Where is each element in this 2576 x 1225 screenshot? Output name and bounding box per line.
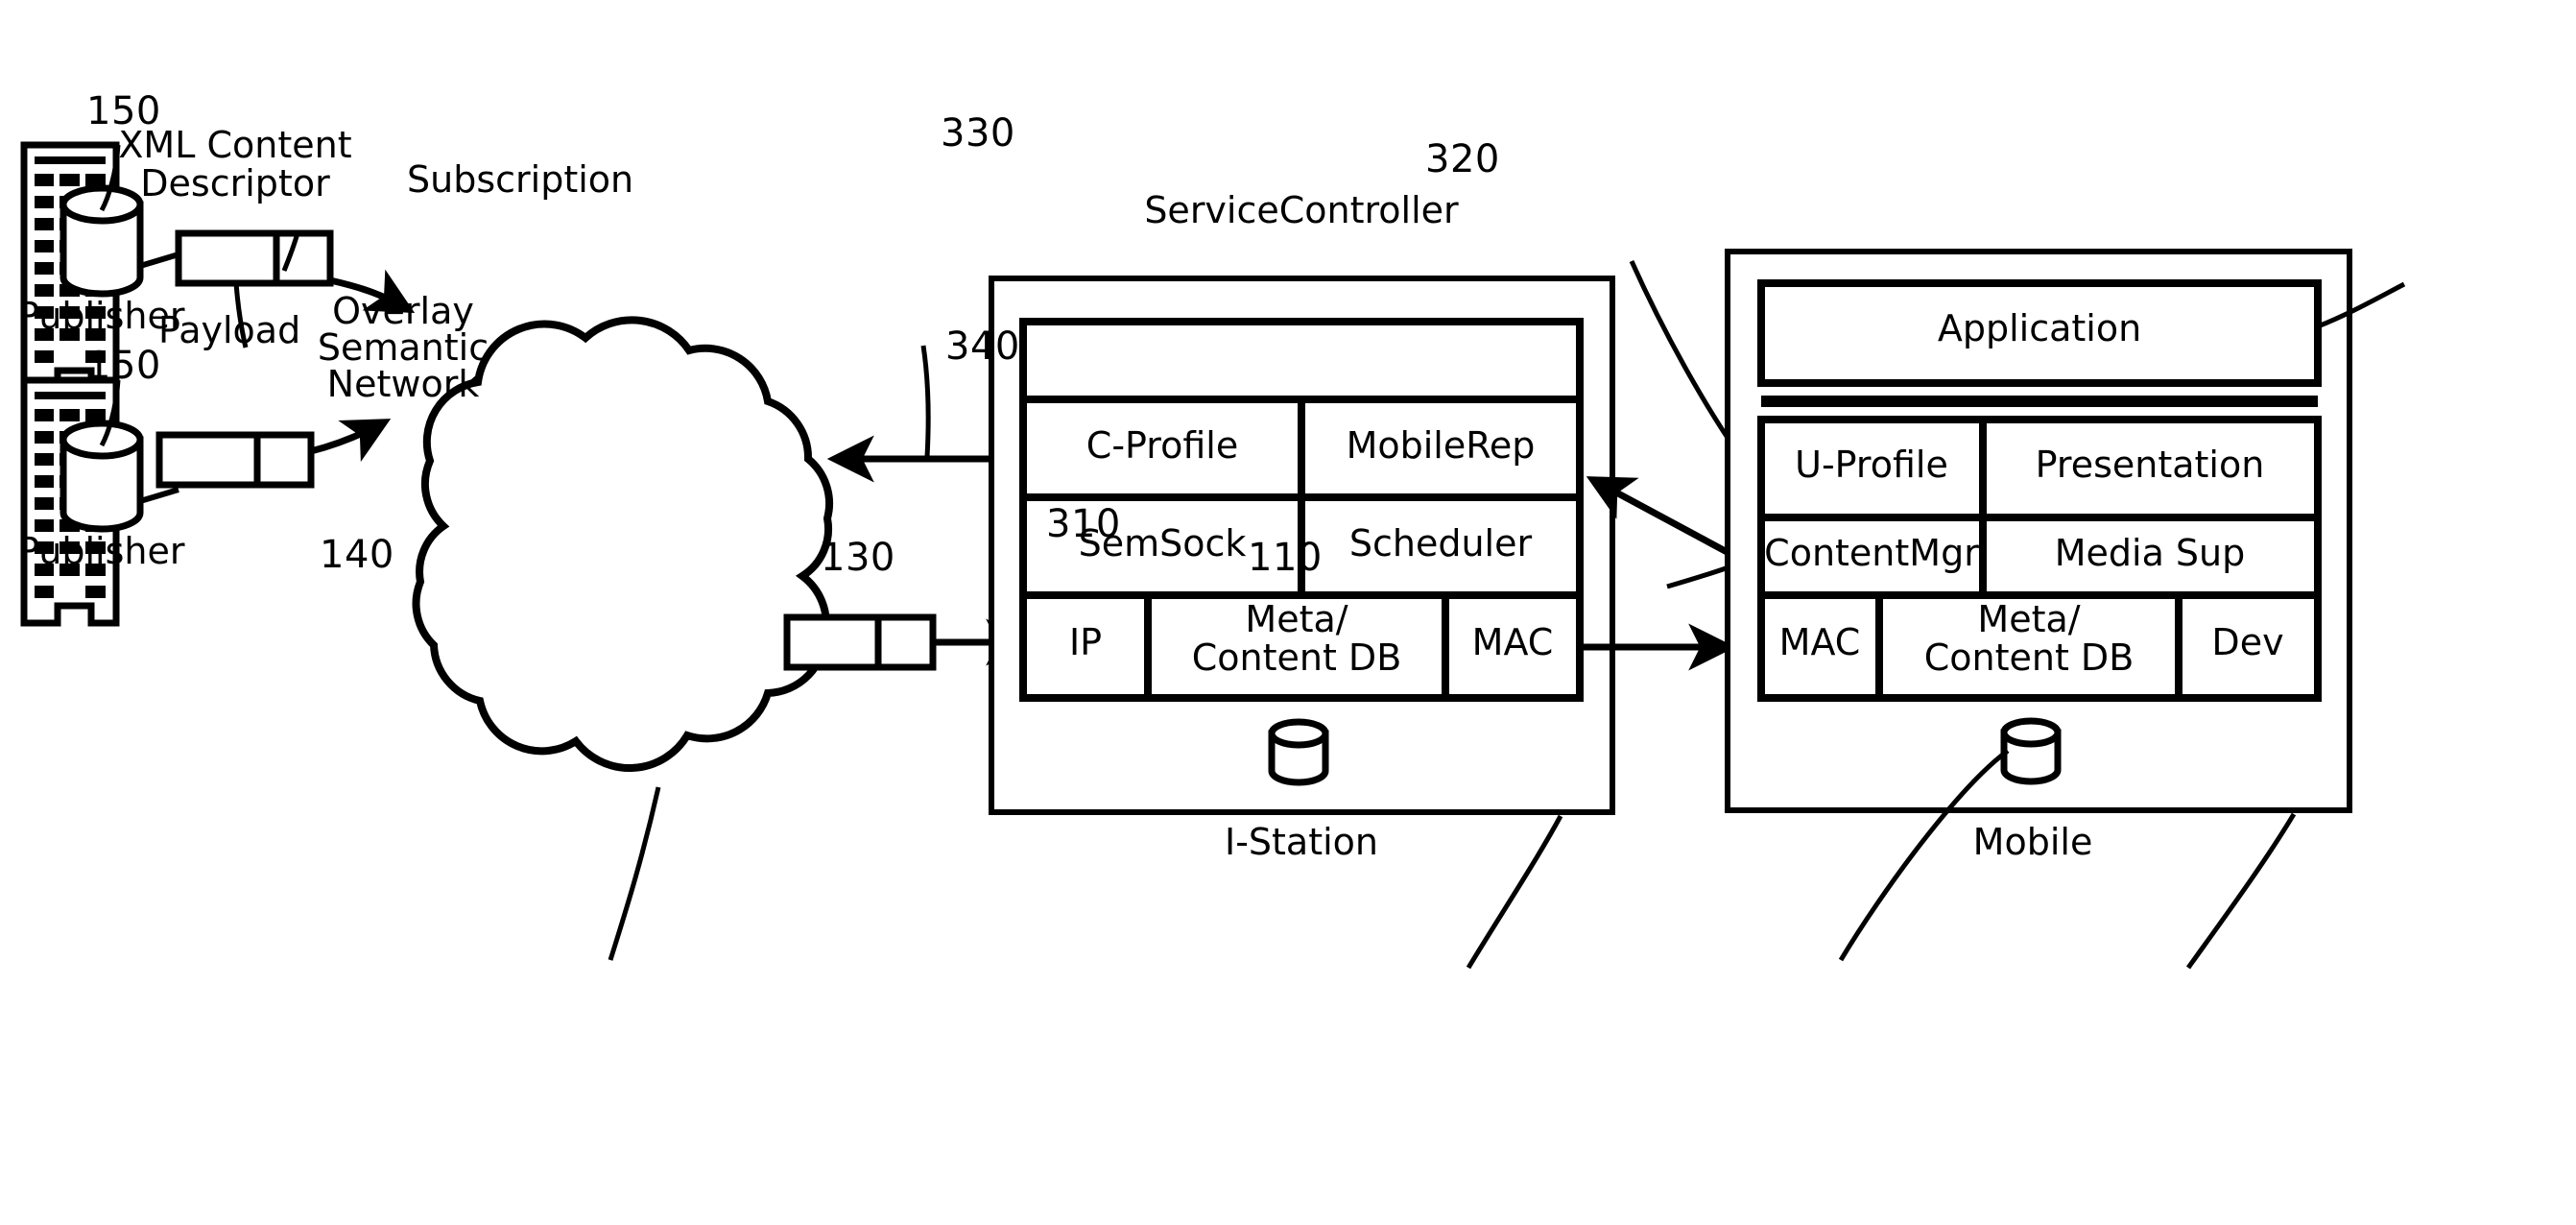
- mobile-cell-media-sup: Media Sup: [2054, 532, 2246, 574]
- cloud-label-line1: Overlay: [332, 290, 474, 332]
- subscription-callout: Subscription: [407, 158, 634, 201]
- mobile-cell-u-profile: U-Profile: [1795, 444, 1948, 486]
- packet-top: [175, 229, 334, 287]
- mobile-caption: Mobile: [1972, 821, 2093, 863]
- istation-caption: I-Station: [1224, 821, 1379, 863]
- mobile-database-icon: [2000, 717, 2062, 785]
- mobile-cell-mac: MAC: [1778, 621, 1861, 663]
- istation-cell-mac: MAC: [1471, 621, 1554, 663]
- publisher-bottom-label: Publisher: [17, 530, 185, 572]
- istation-cell-c-profile: C-Profile: [1085, 424, 1239, 467]
- ref-140: 140: [320, 533, 394, 577]
- publisher-bottom-database: [60, 420, 144, 533]
- payload-callout: Payload: [158, 309, 301, 351]
- istation-cell-ip: IP: [1068, 621, 1103, 663]
- mobile-cell-contentmgr: ContentMgr: [1764, 532, 1979, 574]
- mobile-cell-meta-content-db: Meta/ Content DB: [1923, 598, 2135, 679]
- istation-header-label: ServiceController: [1144, 189, 1459, 231]
- xml-content-descriptor-callout: XML Content Descriptor: [118, 124, 352, 204]
- cloud-label-line3: Network: [326, 363, 480, 405]
- patent-figure: 150 150 140 130 330 340 320 310 110 Publ…: [0, 0, 2576, 1225]
- istation-cell-semsock: SemSock: [1078, 522, 1247, 564]
- mobile-cell-presentation: Presentation: [2035, 444, 2265, 486]
- mobile-cell-dev: Dev: [2211, 621, 2284, 663]
- ref-110: 110: [1248, 536, 1323, 580]
- ref-330: 330: [941, 111, 1015, 156]
- istation-database-icon: [1268, 718, 1329, 786]
- ref-320: 320: [1425, 137, 1500, 181]
- istation-cell-mobilerep: MobileRep: [1346, 424, 1536, 467]
- ref-130: 130: [821, 536, 895, 580]
- mobile-application-label: Application: [1937, 307, 2142, 349]
- publisher-top-database: [60, 184, 144, 298]
- packet-bottom: [155, 431, 315, 489]
- cloud-label-line2: Semantic: [317, 326, 489, 369]
- packet-cloud-out: [783, 613, 937, 671]
- istation-cell-scheduler: Scheduler: [1348, 522, 1533, 564]
- ref-340: 340: [945, 324, 1020, 369]
- ref-150-bottom: 150: [86, 344, 161, 388]
- istation-cell-meta-content-db: Meta/ Content DB: [1191, 598, 1402, 679]
